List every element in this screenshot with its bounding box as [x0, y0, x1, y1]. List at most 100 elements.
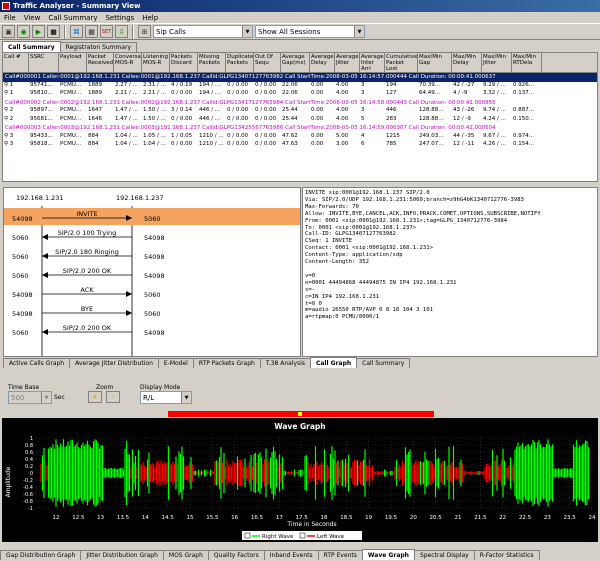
zoom-group: Zoom + - [88, 384, 120, 403]
table-cell: 0 / 0.00 [255, 107, 277, 113]
tab-analysis-5[interactable]: Call Graph [309, 357, 358, 368]
tab-analysis-2[interactable]: E-Model [157, 358, 194, 368]
column-header[interactable]: Max/Min Gap [418, 53, 452, 72]
tab-graph-5[interactable]: RTP Events [317, 550, 363, 560]
tab-analysis-4[interactable]: T.38 Analysis [259, 358, 311, 368]
column-header[interactable]: Max/Min RTDela [512, 53, 542, 72]
table-cell: 1889 [88, 81, 102, 88]
x-tick-label: 12 [53, 515, 60, 521]
right-port: 5060 [144, 310, 161, 318]
menu-file[interactable]: File [0, 14, 20, 22]
chevron-down-icon[interactable]: ▼ [41, 392, 51, 403]
sip-message-text[interactable]: INVITE sip:0001@192.168.1.237 SIP/2.0 Vi… [302, 187, 598, 357]
menu-call-summary[interactable]: Call Summary [44, 14, 101, 22]
ladder-svg: 192.168.1.231 192.168.1.237 54098 5060 INVIT… [4, 194, 300, 356]
column-header[interactable]: Cumulative Packet Lost [385, 53, 418, 72]
tab-call-summary[interactable]: Call Summary [2, 41, 61, 52]
table-cell: 12 / -9 [453, 115, 471, 122]
tab-graph-6[interactable]: Wave Graph [361, 549, 415, 560]
chevron-down-icon[interactable]: ▼ [354, 26, 364, 37]
column-header[interactable]: SSRC [29, 53, 59, 72]
time-scroll-bar[interactable] [168, 411, 434, 417]
table-row[interactable]: ⚲ 2 95897... PCMU... 1647 1.47 / ... 1.50 / .… [3, 107, 597, 116]
column-header[interactable]: Average Gap(ms) [281, 53, 310, 72]
menu-view[interactable]: View [20, 14, 45, 22]
filter-select[interactable]: Sip Calls ▼ [153, 25, 253, 38]
tab-graph-3[interactable]: Quality Factors [207, 550, 265, 560]
tab-graph-1[interactable]: Jitter Distribution Graph [80, 550, 164, 560]
tab-analysis-1[interactable]: Average Jitter Distribution [69, 358, 159, 368]
table-cell: 4 / -9 [453, 90, 468, 96]
table-row[interactable]: ⚲ 1 95810... PCMU... 1889 2.21 / ... 2.21 / .… [3, 90, 597, 99]
export-icon[interactable]: ⇩ [115, 25, 128, 38]
left-ip: 192.168.1.231 [16, 194, 64, 202]
play-icon[interactable]: ▶ [32, 25, 45, 38]
chevron-down-icon[interactable]: ▼ [181, 392, 191, 403]
tab-analysis-3[interactable]: RTP Packets Graph [192, 358, 261, 368]
table-row[interactable]: ⚲ 3 95818... PCMU... 884 1.04 / ... 1.04 / ..… [3, 141, 597, 150]
column-header[interactable]: Out Of Sequ [254, 53, 281, 72]
tab-analysis-0[interactable]: Active Calls Graph [3, 358, 71, 368]
tab-graph-4[interactable]: Inband Events [263, 550, 319, 560]
column-header[interactable]: Missing Packets [198, 53, 226, 72]
table-cell: 446 [386, 107, 397, 113]
zoom-in-icon[interactable]: + [88, 391, 102, 403]
menu-settings[interactable]: Settings [101, 14, 138, 22]
column-header[interactable]: Average Jitter [335, 53, 360, 72]
network-icon[interactable]: ⌘ [70, 25, 83, 38]
table-row[interactable]: ⚲ 2 95681... PCMU... 1646 1.47 / ... 1.50 / .… [3, 116, 597, 125]
table-row[interactable]: ⚲ 1 95741... PCMU... 1889 2.27 / ... 2.31 / .… [3, 82, 597, 91]
call-header-row[interactable]: Call#000002 Caller:0002@192.168.1.231 Ca… [3, 99, 597, 108]
table-cell: 2.27 / ... [115, 81, 138, 88]
table-cell: 95681... [30, 115, 53, 122]
table-cell: 0.00 [311, 115, 324, 122]
call-header-row[interactable]: Call#000001 Caller:0001@192.168.1.231 Ca… [3, 73, 597, 82]
y-tick-label: -0.6 [23, 492, 33, 498]
x-tick-label: 18 [321, 515, 328, 521]
stop-icon[interactable]: ■ [47, 25, 60, 38]
column-header[interactable]: Call # [3, 53, 29, 72]
tab-graph-8[interactable]: R-Factor Statistics [473, 550, 540, 560]
y-tick-label: -0.2 [23, 478, 33, 484]
table-cell: 1.50 / ... [143, 107, 166, 113]
column-header[interactable]: Listening MOS-R [142, 53, 170, 72]
column-header[interactable]: Average Inter Arri [360, 53, 385, 72]
chevron-down-icon[interactable]: ▼ [242, 26, 252, 37]
scroll-thumb[interactable] [298, 412, 302, 416]
time-base-select[interactable]: 500 ▼ [8, 391, 52, 404]
table-cell: 0.137... [513, 90, 534, 96]
display-mode-select[interactable]: R/L ▼ [140, 391, 192, 404]
tab-registration-summary[interactable]: Registraton Summary [59, 42, 138, 52]
column-header[interactable]: Max/Min Delay [452, 53, 482, 72]
grid-icon[interactable]: ▦ [85, 25, 98, 38]
menu-help[interactable]: Help [138, 14, 162, 22]
legend-right-wave: Right Wave [262, 534, 294, 540]
table-row[interactable]: ⚲ 3 95433... PCMU... 884 1.04 / ... 1.05 / ..… [3, 133, 597, 142]
set-icon[interactable]: SET [100, 25, 113, 38]
column-header[interactable]: Average Delay [310, 53, 335, 72]
table-cell: 0 / 0.00 [227, 90, 249, 96]
table-cell: 2.21 / ... [143, 90, 166, 96]
session-select[interactable]: Show All Sessions ▼ [255, 25, 365, 38]
time-base-group: Time Base 500 ▼ Sec [8, 384, 65, 404]
table-cell: 1646 [88, 115, 102, 122]
tab-graph-7[interactable]: Spectral Display [413, 550, 475, 560]
tab-graph-0[interactable]: Gap Distribution Graph [0, 550, 82, 560]
call-header-row[interactable]: Call#000003 Caller:0003@192.168.1.231 Ca… [3, 124, 597, 133]
column-header[interactable]: Duplicate Packets [226, 53, 254, 72]
tab-analysis-6[interactable]: Call Summary [356, 358, 411, 368]
filter-icon[interactable]: ⊞ [138, 25, 151, 38]
x-tick-label: 15 [187, 515, 194, 521]
zoom-out-icon[interactable]: - [106, 391, 120, 403]
column-header[interactable]: Packets Discard [170, 53, 198, 72]
table-cell: 0.00 [311, 90, 324, 96]
capture-icon[interactable]: ◉ [17, 25, 30, 38]
column-header[interactable]: Payload [59, 53, 87, 72]
x-tick-label: 17 [276, 515, 283, 521]
open-icon[interactable]: ▣ [2, 25, 15, 38]
column-header[interactable]: Conversat MOS-R [114, 53, 142, 72]
column-header[interactable]: Packet Received [87, 53, 114, 72]
column-header[interactable]: Max/Min Jitter [482, 53, 512, 72]
table-cell: 44 / -35 [453, 132, 475, 139]
tab-graph-2[interactable]: MOS Graph [162, 550, 209, 560]
